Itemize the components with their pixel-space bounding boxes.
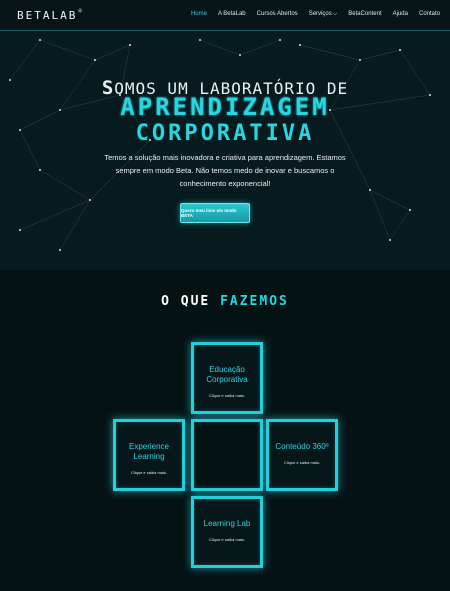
chevron-down-icon: ⌵ [332, 11, 338, 17]
service-card-link[interactable]: Clique e saiba mais. [194, 537, 260, 542]
site-header: BETALAB® Home A BetaLab Cursos Abertos S… [0, 0, 450, 31]
nav-ajuda[interactable]: Ajuda [393, 11, 408, 18]
service-card-experience-learning[interactable]: Experience Learning Clique e saiba mais. [113, 419, 185, 491]
service-card-conteudo-360[interactable]: Conteúdo 360º Clique e saiba mais. [266, 419, 338, 491]
nav-servicos-label: Serviços [308, 11, 332, 17]
service-card-link[interactable]: Clique e saiba mais. [194, 393, 260, 398]
service-grid-center [191, 419, 263, 491]
logo[interactable]: BETALAB® [17, 8, 84, 22]
logo-text: BETALAB [17, 9, 78, 22]
service-card-link[interactable]: Clique e saiba mais. [269, 460, 335, 465]
section-title-cyan: FAZEMOS [220, 294, 289, 309]
logo-registered-mark: ® [78, 8, 84, 15]
service-card-title: Educação Corporativa [206, 365, 248, 384]
section-title-white: O QUE [161, 294, 211, 309]
section-title: O QUE FAZEMOS [0, 294, 450, 309]
nav-cursos-abertos[interactable]: Cursos Abertos [257, 11, 298, 18]
nav-a-betalab[interactable]: A BetaLab [218, 11, 246, 18]
nav-betacontent[interactable]: BetaContent [348, 11, 381, 18]
hero-description: Temos a solução mais inovadora e criativ… [104, 153, 346, 188]
service-card-link[interactable]: Clique e saiba mais. [116, 470, 182, 475]
hero-title-line3: CORPORATIVA [135, 121, 315, 146]
service-card-title: Conteúdo 360º [275, 442, 329, 451]
service-card-learning-lab[interactable]: Learning Lab Clique e saiba mais. [191, 496, 263, 568]
nav-contato[interactable]: Contato [419, 11, 440, 18]
nav-home[interactable]: Home [191, 11, 207, 18]
service-card-title: Experience Learning [128, 442, 170, 461]
service-card-title: Learning Lab [203, 519, 251, 528]
hero-title-line2: APRENDIZAGEM [120, 93, 330, 121]
service-card-educacao-corporativa[interactable]: Educação Corporativa Clique e saiba mais… [191, 342, 263, 414]
cta-button[interactable]: Quero meu time em modo BETA [180, 203, 250, 223]
main-nav: Home A BetaLab Cursos Abertos Serviços⌵ … [180, 11, 440, 18]
nav-servicos[interactable]: Serviços⌵ [309, 11, 338, 18]
